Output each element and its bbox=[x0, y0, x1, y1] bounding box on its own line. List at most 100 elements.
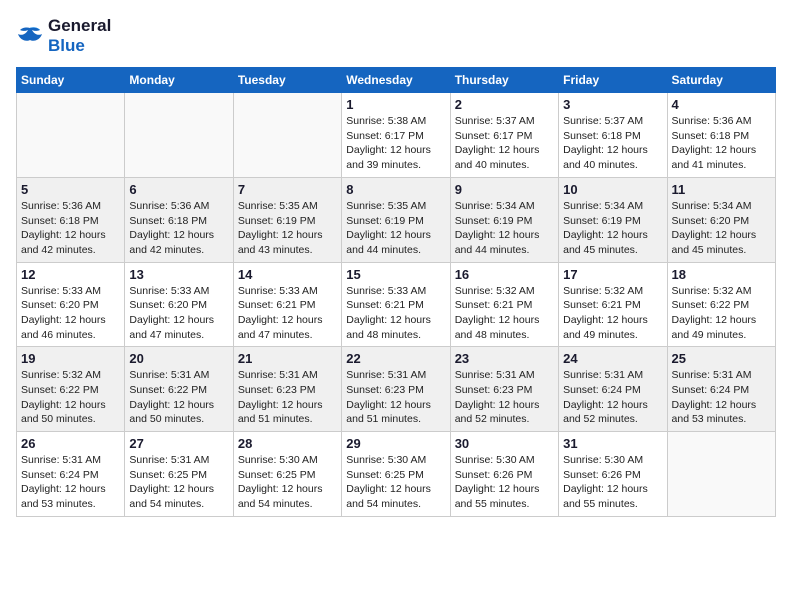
day-info: Sunrise: 5:30 AM Sunset: 6:26 PM Dayligh… bbox=[455, 453, 554, 512]
weekday-header-thursday: Thursday bbox=[450, 68, 558, 93]
calendar-day-cell: 22 Sunrise: 5:31 AM Sunset: 6:23 PM Dayli… bbox=[342, 347, 450, 432]
calendar-day-cell: 4 Sunrise: 5:36 AM Sunset: 6:18 PM Daylig… bbox=[667, 93, 775, 178]
day-info: Sunrise: 5:31 AM Sunset: 6:22 PM Dayligh… bbox=[129, 368, 228, 427]
calendar-day-cell: 28 Sunrise: 5:30 AM Sunset: 6:25 PM Dayli… bbox=[233, 432, 341, 517]
calendar-day-cell: 27 Sunrise: 5:31 AM Sunset: 6:25 PM Dayli… bbox=[125, 432, 233, 517]
weekday-header-monday: Monday bbox=[125, 68, 233, 93]
day-info: Sunrise: 5:31 AM Sunset: 6:24 PM Dayligh… bbox=[21, 453, 120, 512]
day-info: Sunrise: 5:36 AM Sunset: 6:18 PM Dayligh… bbox=[21, 199, 120, 258]
day-number: 13 bbox=[129, 267, 228, 282]
day-number: 29 bbox=[346, 436, 445, 451]
day-info: Sunrise: 5:35 AM Sunset: 6:19 PM Dayligh… bbox=[238, 199, 337, 258]
calendar-day-cell: 18 Sunrise: 5:32 AM Sunset: 6:22 PM Dayli… bbox=[667, 262, 775, 347]
calendar-day-cell: 8 Sunrise: 5:35 AM Sunset: 6:19 PM Daylig… bbox=[342, 177, 450, 262]
day-info: Sunrise: 5:32 AM Sunset: 6:21 PM Dayligh… bbox=[455, 284, 554, 343]
day-number: 7 bbox=[238, 182, 337, 197]
day-info: Sunrise: 5:36 AM Sunset: 6:18 PM Dayligh… bbox=[129, 199, 228, 258]
day-number: 17 bbox=[563, 267, 662, 282]
day-info: Sunrise: 5:31 AM Sunset: 6:24 PM Dayligh… bbox=[563, 368, 662, 427]
empty-day-cell bbox=[17, 93, 125, 178]
day-info: Sunrise: 5:37 AM Sunset: 6:18 PM Dayligh… bbox=[563, 114, 662, 173]
calendar-day-cell: 25 Sunrise: 5:31 AM Sunset: 6:24 PM Dayli… bbox=[667, 347, 775, 432]
day-number: 22 bbox=[346, 351, 445, 366]
day-number: 10 bbox=[563, 182, 662, 197]
day-number: 5 bbox=[21, 182, 120, 197]
logo-icon bbox=[16, 24, 44, 48]
calendar-week-row: 19 Sunrise: 5:32 AM Sunset: 6:22 PM Dayli… bbox=[17, 347, 776, 432]
calendar-header-row: SundayMondayTuesdayWednesdayThursdayFrid… bbox=[17, 68, 776, 93]
day-number: 20 bbox=[129, 351, 228, 366]
weekday-header-tuesday: Tuesday bbox=[233, 68, 341, 93]
calendar-day-cell: 29 Sunrise: 5:30 AM Sunset: 6:25 PM Dayli… bbox=[342, 432, 450, 517]
weekday-header-sunday: Sunday bbox=[17, 68, 125, 93]
day-info: Sunrise: 5:31 AM Sunset: 6:24 PM Dayligh… bbox=[672, 368, 771, 427]
day-info: Sunrise: 5:31 AM Sunset: 6:23 PM Dayligh… bbox=[346, 368, 445, 427]
day-info: Sunrise: 5:34 AM Sunset: 6:19 PM Dayligh… bbox=[563, 199, 662, 258]
calendar-day-cell: 7 Sunrise: 5:35 AM Sunset: 6:19 PM Daylig… bbox=[233, 177, 341, 262]
calendar-day-cell: 1 Sunrise: 5:38 AM Sunset: 6:17 PM Daylig… bbox=[342, 93, 450, 178]
day-number: 18 bbox=[672, 267, 771, 282]
empty-day-cell bbox=[125, 93, 233, 178]
calendar-week-row: 26 Sunrise: 5:31 AM Sunset: 6:24 PM Dayli… bbox=[17, 432, 776, 517]
calendar-table: SundayMondayTuesdayWednesdayThursdayFrid… bbox=[16, 67, 776, 517]
day-info: Sunrise: 5:32 AM Sunset: 6:22 PM Dayligh… bbox=[672, 284, 771, 343]
day-number: 30 bbox=[455, 436, 554, 451]
calendar-day-cell: 14 Sunrise: 5:33 AM Sunset: 6:21 PM Dayli… bbox=[233, 262, 341, 347]
day-info: Sunrise: 5:35 AM Sunset: 6:19 PM Dayligh… bbox=[346, 199, 445, 258]
calendar-day-cell: 16 Sunrise: 5:32 AM Sunset: 6:21 PM Dayli… bbox=[450, 262, 558, 347]
calendar-day-cell: 17 Sunrise: 5:32 AM Sunset: 6:21 PM Dayli… bbox=[559, 262, 667, 347]
calendar-day-cell: 23Sunrise: 5:31 AM Sunset: 6:23 PM Dayli… bbox=[450, 347, 558, 432]
weekday-header-friday: Friday bbox=[559, 68, 667, 93]
calendar-day-cell: 26 Sunrise: 5:31 AM Sunset: 6:24 PM Dayli… bbox=[17, 432, 125, 517]
calendar-day-cell: 6 Sunrise: 5:36 AM Sunset: 6:18 PM Daylig… bbox=[125, 177, 233, 262]
day-number: 16 bbox=[455, 267, 554, 282]
day-number: 3 bbox=[563, 97, 662, 112]
day-info: Sunrise: 5:32 AM Sunset: 6:21 PM Dayligh… bbox=[563, 284, 662, 343]
day-info: Sunrise: 5:32 AM Sunset: 6:22 PM Dayligh… bbox=[21, 368, 120, 427]
calendar-day-cell: 21Sunrise: 5:31 AM Sunset: 6:23 PM Dayli… bbox=[233, 347, 341, 432]
calendar-day-cell: 24 Sunrise: 5:31 AM Sunset: 6:24 PM Dayli… bbox=[559, 347, 667, 432]
page-header: General Blue bbox=[16, 16, 776, 55]
calendar-day-cell: 30 Sunrise: 5:30 AM Sunset: 6:26 PM Dayli… bbox=[450, 432, 558, 517]
calendar-day-cell: 10 Sunrise: 5:34 AM Sunset: 6:19 PM Dayli… bbox=[559, 177, 667, 262]
day-number: 26 bbox=[21, 436, 120, 451]
calendar-day-cell: 19 Sunrise: 5:32 AM Sunset: 6:22 PM Dayli… bbox=[17, 347, 125, 432]
day-info: Sunrise: 5:33 AM Sunset: 6:20 PM Dayligh… bbox=[21, 284, 120, 343]
day-number: 1 bbox=[346, 97, 445, 112]
weekday-header-saturday: Saturday bbox=[667, 68, 775, 93]
calendar-day-cell: 11Sunrise: 5:34 AM Sunset: 6:20 PM Dayli… bbox=[667, 177, 775, 262]
day-info: Sunrise: 5:33 AM Sunset: 6:21 PM Dayligh… bbox=[238, 284, 337, 343]
day-info: Sunrise: 5:31 AM Sunset: 6:25 PM Dayligh… bbox=[129, 453, 228, 512]
day-number: 24 bbox=[563, 351, 662, 366]
calendar-week-row: 5 Sunrise: 5:36 AM Sunset: 6:18 PM Daylig… bbox=[17, 177, 776, 262]
day-info: Sunrise: 5:31 AM Sunset: 6:23 PM Dayligh… bbox=[455, 368, 554, 427]
day-number: 25 bbox=[672, 351, 771, 366]
day-info: Sunrise: 5:38 AM Sunset: 6:17 PM Dayligh… bbox=[346, 114, 445, 173]
day-number: 4 bbox=[672, 97, 771, 112]
calendar-day-cell: 15Sunrise: 5:33 AM Sunset: 6:21 PM Dayli… bbox=[342, 262, 450, 347]
day-number: 31 bbox=[563, 436, 662, 451]
day-number: 9 bbox=[455, 182, 554, 197]
day-number: 8 bbox=[346, 182, 445, 197]
day-number: 27 bbox=[129, 436, 228, 451]
logo: General Blue bbox=[16, 16, 111, 55]
day-number: 6 bbox=[129, 182, 228, 197]
calendar-day-cell: 12Sunrise: 5:33 AM Sunset: 6:20 PM Dayli… bbox=[17, 262, 125, 347]
day-number: 19 bbox=[21, 351, 120, 366]
day-number: 14 bbox=[238, 267, 337, 282]
calendar-day-cell: 2Sunrise: 5:37 AM Sunset: 6:17 PM Daylig… bbox=[450, 93, 558, 178]
day-info: Sunrise: 5:30 AM Sunset: 6:25 PM Dayligh… bbox=[238, 453, 337, 512]
day-number: 11 bbox=[672, 182, 771, 197]
day-info: Sunrise: 5:37 AM Sunset: 6:17 PM Dayligh… bbox=[455, 114, 554, 173]
calendar-day-cell: 13 Sunrise: 5:33 AM Sunset: 6:20 PM Dayli… bbox=[125, 262, 233, 347]
day-info: Sunrise: 5:30 AM Sunset: 6:25 PM Dayligh… bbox=[346, 453, 445, 512]
day-info: Sunrise: 5:31 AM Sunset: 6:23 PM Dayligh… bbox=[238, 368, 337, 427]
day-number: 28 bbox=[238, 436, 337, 451]
logo-text: General Blue bbox=[48, 16, 111, 55]
empty-day-cell bbox=[667, 432, 775, 517]
calendar-day-cell: 9Sunrise: 5:34 AM Sunset: 6:19 PM Daylig… bbox=[450, 177, 558, 262]
day-info: Sunrise: 5:30 AM Sunset: 6:26 PM Dayligh… bbox=[563, 453, 662, 512]
day-info: Sunrise: 5:36 AM Sunset: 6:18 PM Dayligh… bbox=[672, 114, 771, 173]
calendar-week-row: 1 Sunrise: 5:38 AM Sunset: 6:17 PM Daylig… bbox=[17, 93, 776, 178]
day-info: Sunrise: 5:33 AM Sunset: 6:20 PM Dayligh… bbox=[129, 284, 228, 343]
